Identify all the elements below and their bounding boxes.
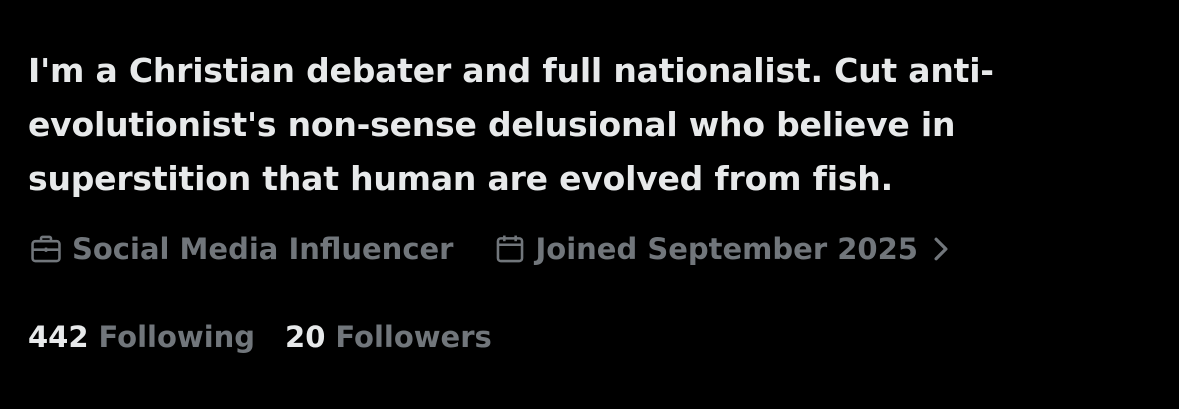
profile-category: Social Media Influencer xyxy=(28,231,454,267)
profile-bio: I'm a Christian debater and full nationa… xyxy=(28,44,1148,206)
following-link[interactable]: 442 Following xyxy=(28,320,255,354)
profile-joined: Joined September 2025 xyxy=(492,231,952,267)
calendar-icon xyxy=(492,231,528,267)
bio-line: I'm a Christian debater and full nationa… xyxy=(28,51,994,90)
chevron-right-icon[interactable] xyxy=(930,236,952,262)
briefcase-icon xyxy=(28,231,64,267)
following-count: 442 xyxy=(28,320,89,354)
followers-link[interactable]: 20 Followers xyxy=(285,320,492,354)
category-label: Social Media Influencer xyxy=(72,232,454,266)
bio-line: evolutionist's non-sense delusional who … xyxy=(28,105,956,144)
joined-date-label: Joined September 2025 xyxy=(535,232,918,266)
bio-line: superstition that human are evolved from… xyxy=(28,159,893,198)
followers-count: 20 xyxy=(285,320,326,354)
profile-meta-row: Social Media Influencer Joined September… xyxy=(28,226,952,272)
followers-label: Followers xyxy=(335,320,492,354)
profile-stats: 442 Following 20 Followers xyxy=(28,314,492,360)
following-label: Following xyxy=(98,320,256,354)
